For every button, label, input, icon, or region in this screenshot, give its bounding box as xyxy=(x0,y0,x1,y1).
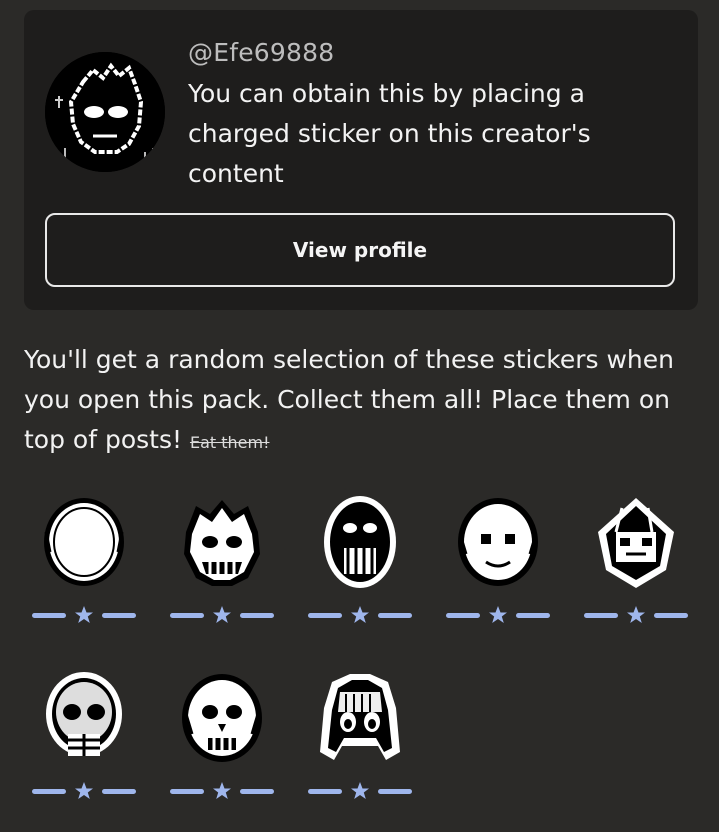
dark-face-icon xyxy=(586,492,686,592)
round-skull-icon xyxy=(172,668,272,768)
grinning-skull-icon xyxy=(172,492,272,592)
view-profile-button[interactable]: View profile xyxy=(45,213,675,287)
sticker-rating xyxy=(162,604,282,626)
pack-description: You'll get a random selection of these s… xyxy=(24,340,704,463)
sticker-rating xyxy=(300,604,420,626)
sticker-rating xyxy=(162,780,282,802)
screaming-face-icon xyxy=(310,492,410,592)
star-icon xyxy=(75,606,93,623)
sticker-rating xyxy=(24,604,144,626)
skull-jaw-icon xyxy=(34,668,134,768)
sticker-item[interactable] xyxy=(300,668,420,808)
star-icon xyxy=(213,782,231,799)
strikethrough-note: Eat them! xyxy=(189,433,270,452)
star-icon xyxy=(75,782,93,799)
sticker-item[interactable] xyxy=(438,492,558,632)
star-icon xyxy=(489,606,507,623)
sticker-item[interactable] xyxy=(162,492,282,632)
sticker-rating xyxy=(576,604,696,626)
smiling-face-icon xyxy=(448,492,548,592)
sticker-item[interactable] xyxy=(24,492,144,632)
long-hair-face-icon xyxy=(310,668,410,768)
sticker-item[interactable] xyxy=(24,668,144,808)
blank-face-icon xyxy=(34,492,134,592)
sticker-rating xyxy=(24,780,144,802)
creator-handle[interactable]: @Efe69888 xyxy=(188,38,334,67)
sticker-item[interactable] xyxy=(576,492,696,632)
sticker-obtain-info: You can obtain this by placing a charged… xyxy=(188,79,591,188)
pack-description-text: You'll get a random selection of these s… xyxy=(24,345,674,454)
creator-card: @Efe69888 You can obtain this by placing… xyxy=(24,10,698,310)
sticker-rating xyxy=(300,780,420,802)
star-icon xyxy=(351,606,369,623)
sticker-rating xyxy=(438,604,558,626)
creator-avatar[interactable] xyxy=(45,52,165,172)
avatar-face-icon xyxy=(45,52,165,172)
sticker-item[interactable] xyxy=(300,492,420,632)
star-icon xyxy=(351,782,369,799)
star-icon xyxy=(213,606,231,623)
star-icon xyxy=(627,606,645,623)
sticker-item[interactable] xyxy=(162,668,282,808)
